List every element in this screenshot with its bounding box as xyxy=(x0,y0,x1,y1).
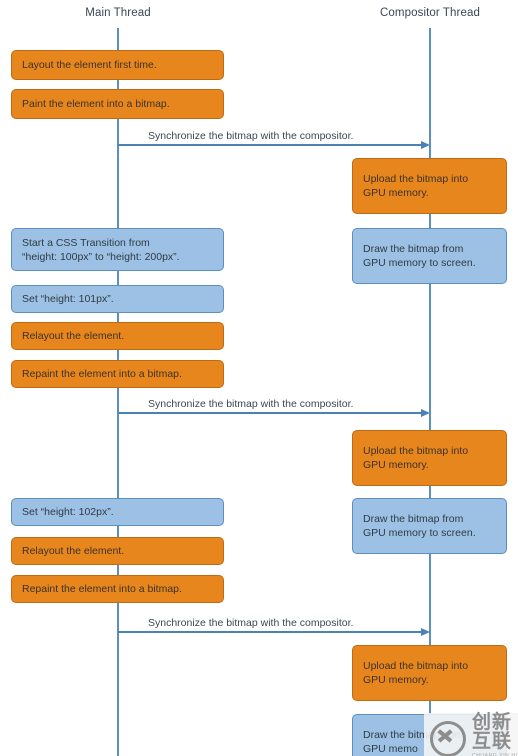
activity-box-label: Start a CSS Transition from xyxy=(22,236,150,249)
activity-box-label: Relayout the element. xyxy=(22,545,125,557)
activity-box-layout-first: Layout the element first time. xyxy=(11,50,224,80)
activity-box-label: Set “height: 102px”. xyxy=(22,506,114,518)
activity-box-label: Set “height: 101px”. xyxy=(22,293,114,305)
activity-box-start-transition: Start a CSS Transition from “height: 100p… xyxy=(11,228,224,271)
activity-box-relayout-2: Relayout the element. xyxy=(11,537,224,565)
message-arrowhead-sync-3 xyxy=(421,627,430,636)
activity-box-set-height-102: Set “height: 102px”. xyxy=(11,498,224,526)
activity-box-set-height-101: Set “height: 101px”. xyxy=(11,285,224,313)
activity-box-draw-2: Draw the bitmap from GPU memory to screen… xyxy=(352,498,507,554)
watermark-text: 创新互联 CHUANG XIN HU LIAN xyxy=(472,713,518,756)
message-arrow-sync-1 xyxy=(118,144,422,146)
activity-box-label: Draw the bitmap from xyxy=(363,243,464,255)
sequence-diagram: Main Thread Compositor Thread Layout the… xyxy=(0,0,518,756)
message-label-sync-1: Synchronize the bitmap with the composit… xyxy=(148,130,354,142)
lifeline-main-thread xyxy=(117,28,119,756)
activity-box-label: GPU memory. xyxy=(363,674,429,686)
lane-title-main-thread: Main Thread xyxy=(85,7,151,19)
message-label-sync-3: Synchronize the bitmap with the composit… xyxy=(148,617,354,629)
activity-box-label: Upload the bitmap into xyxy=(363,660,469,672)
activity-box-paint-first: Paint the element into a bitmap. xyxy=(11,89,224,119)
message-arrow-sync-3 xyxy=(118,631,422,633)
activity-box-label: Upload the bitmap into xyxy=(363,445,469,457)
activity-box-label: Relayout the element. xyxy=(22,330,125,342)
activity-box-label: GPU memory to screen. xyxy=(363,527,476,539)
activity-box-label: Upload the bitmap into xyxy=(363,173,469,185)
activity-box-label: Layout the element first time. xyxy=(22,59,157,71)
activity-box-label: Draw the bitmap from xyxy=(363,513,464,525)
circled-x-logo-icon xyxy=(430,720,466,756)
activity-box-label: Repaint the element into a bitmap. xyxy=(22,583,182,595)
activity-box-repaint-1: Repaint the element into a bitmap. xyxy=(11,360,224,388)
activity-box-label: GPU memory to screen. xyxy=(363,257,476,269)
message-arrowhead-sync-2 xyxy=(421,408,430,417)
activity-box-upload-2: Upload the bitmap into GPU memory. xyxy=(352,430,507,486)
activity-box-label: GPU memory. xyxy=(363,187,429,199)
message-label-sync-2: Synchronize the bitmap with the composit… xyxy=(148,398,354,410)
activity-box-repaint-2: Repaint the element into a bitmap. xyxy=(11,575,224,603)
activity-box-label: GPU memory. xyxy=(363,459,429,471)
activity-box-upload-3: Upload the bitmap into GPU memory. xyxy=(352,645,507,701)
activity-box-label: Repaint the element into a bitmap. xyxy=(22,368,182,380)
activity-box-upload-1: Upload the bitmap into GPU memory. xyxy=(352,158,507,214)
activity-box-label: Paint the element into a bitmap. xyxy=(22,98,170,110)
message-arrow-sync-2 xyxy=(118,412,422,414)
watermark-chinese: 创新互联 xyxy=(472,712,513,752)
activity-box-draw-1: Draw the bitmap from GPU memory to screen… xyxy=(352,228,507,284)
lane-title-compositor-thread: Compositor Thread xyxy=(380,7,480,19)
message-arrowhead-sync-1 xyxy=(421,140,430,149)
watermark: 创新互联 CHUANG XIN HU LIAN xyxy=(424,713,518,756)
activity-box-label: “height: 100px” to “height: 200px”. xyxy=(22,250,180,263)
activity-box-relayout-1: Relayout the element. xyxy=(11,322,224,350)
